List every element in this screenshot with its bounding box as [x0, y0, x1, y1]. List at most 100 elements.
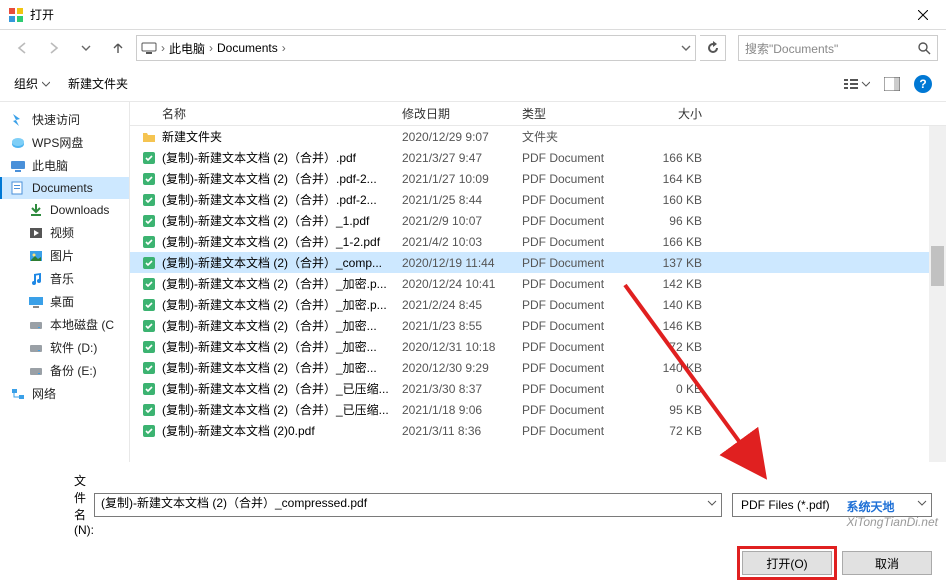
file-date: 2021/3/11 8:36 [402, 424, 522, 438]
file-row[interactable]: (复制)-新建文本文档 (2)（合并）.pdf2021/3/27 9:47PDF… [130, 147, 946, 168]
filter-value: PDF Files (*.pdf) [741, 498, 830, 512]
pdf-icon [140, 422, 158, 440]
file-row[interactable]: (复制)-新建文本文档 (2)（合并）_加密.p...2020/12/24 10… [130, 273, 946, 294]
nav-sidebar: 快速访问 WPS网盘此电脑 DocumentsDownloads视频图片音乐桌面本地… [0, 102, 130, 462]
file-type: PDF Document [522, 151, 632, 165]
address-bar[interactable]: › 此电脑 › Documents › [136, 35, 696, 61]
search-input[interactable]: 搜索"Documents" [738, 35, 938, 61]
filename-input[interactable]: (复制)-新建文本文档 (2)（合并）_compressed.pdf [94, 493, 722, 517]
sidebar-item[interactable]: 视频 [0, 221, 129, 244]
crumb-documents[interactable]: Documents [213, 41, 282, 55]
scrollbar[interactable] [929, 126, 946, 462]
sidebar-item-label: 桌面 [50, 293, 74, 310]
sidebar-item[interactable]: 网络 [0, 382, 129, 405]
file-name: (复制)-新建文本文档 (2)（合并）_加密... [162, 338, 402, 355]
back-button[interactable] [8, 34, 36, 62]
organize-menu[interactable]: 组织 [14, 75, 50, 92]
file-row[interactable]: (复制)-新建文本文档 (2)（合并）.pdf-2...2021/1/25 8:… [130, 189, 946, 210]
pdf-icon [140, 338, 158, 356]
pc-icon [10, 158, 26, 174]
file-type: PDF Document [522, 172, 632, 186]
file-row[interactable]: (复制)-新建文本文档 (2)（合并）_加密...2020/12/31 10:1… [130, 336, 946, 357]
sidebar-item[interactable]: 备份 (E:) [0, 359, 129, 382]
file-row[interactable]: (复制)-新建文本文档 (2)（合并）.pdf-2...2021/1/27 10… [130, 168, 946, 189]
file-row[interactable]: (复制)-新建文本文档 (2)（合并）_加密...2020/12/30 9:29… [130, 357, 946, 378]
close-button[interactable] [900, 0, 946, 30]
chevron-down-icon[interactable] [707, 498, 717, 508]
file-date: 2021/1/25 8:44 [402, 193, 522, 207]
file-size: 140 KB [632, 298, 712, 312]
doc-icon [10, 180, 26, 196]
sidebar-item-label: 音乐 [50, 270, 74, 287]
view-options-button[interactable] [844, 77, 870, 91]
sidebar-item[interactable]: 本地磁盘 (C [0, 313, 129, 336]
file-row[interactable]: (复制)-新建文本文档 (2)（合并）_加密.p...2021/2/24 8:4… [130, 294, 946, 315]
col-date[interactable]: 修改日期 [402, 105, 522, 122]
file-row[interactable]: (复制)-新建文本文档 (2)（合并）_加密...2021/1/23 8:55P… [130, 315, 946, 336]
col-type[interactable]: 类型 [522, 105, 632, 122]
sidebar-item[interactable]: 桌面 [0, 290, 129, 313]
file-name: (复制)-新建文本文档 (2)（合并）_1.pdf [162, 212, 402, 229]
help-button[interactable]: ? [914, 75, 932, 93]
preview-pane-button[interactable] [884, 77, 900, 91]
file-row[interactable]: (复制)-新建文本文档 (2)（合并）_已压缩...2021/1/18 9:06… [130, 399, 946, 420]
file-size: 146 KB [632, 319, 712, 333]
sidebar-item-label: 本地磁盘 (C [50, 316, 114, 333]
file-name: (复制)-新建文本文档 (2)（合并）_comp... [162, 254, 402, 271]
file-name: (复制)-新建文本文档 (2)（合并）_加密... [162, 317, 402, 334]
chevron-down-icon[interactable] [917, 498, 927, 508]
sidebar-item-label: WPS网盘 [32, 134, 83, 151]
file-size: 160 KB [632, 193, 712, 207]
file-type: PDF Document [522, 382, 632, 396]
file-date: 2021/1/27 10:09 [402, 172, 522, 186]
sidebar-item-label: 图片 [50, 247, 74, 264]
pdf-icon [140, 359, 158, 377]
cancel-button[interactable]: 取消 [842, 551, 932, 575]
file-name: (复制)-新建文本文档 (2)0.pdf [162, 422, 402, 439]
sidebar-item[interactable]: Documents [0, 177, 129, 199]
pdf-icon [140, 401, 158, 419]
music-icon [28, 271, 44, 287]
file-type-filter[interactable]: PDF Files (*.pdf) [732, 493, 932, 517]
file-date: 2020/12/24 10:41 [402, 277, 522, 291]
pdf-icon [140, 191, 158, 209]
file-row[interactable]: 新建文件夹2020/12/29 9:07文件夹 [130, 126, 946, 147]
sidebar-item[interactable]: 音乐 [0, 267, 129, 290]
sidebar-item[interactable]: 软件 (D:) [0, 336, 129, 359]
pdf-icon [140, 275, 158, 293]
file-name: (复制)-新建文本文档 (2)（合并）_加密.p... [162, 296, 402, 313]
sidebar-item[interactable]: 快速访问 [0, 108, 129, 131]
file-row[interactable]: (复制)-新建文本文档 (2)（合并）_comp...2020/12/19 11… [130, 252, 946, 273]
crumb-pc[interactable]: 此电脑 [165, 40, 209, 57]
file-date: 2021/2/9 10:07 [402, 214, 522, 228]
address-dropdown[interactable] [286, 43, 691, 53]
sidebar-item[interactable]: 此电脑 [0, 154, 129, 177]
up-button[interactable] [104, 34, 132, 62]
dl-icon [28, 202, 44, 218]
sidebar-item[interactable]: 图片 [0, 244, 129, 267]
file-row[interactable]: (复制)-新建文本文档 (2)（合并）_1-2.pdf2021/4/2 10:0… [130, 231, 946, 252]
file-size: 95 KB [632, 403, 712, 417]
open-button[interactable]: 打开(O) [742, 551, 832, 575]
sidebar-item-label: 软件 (D:) [50, 339, 97, 356]
sidebar-item-label: 此电脑 [32, 157, 68, 174]
pdf-icon [140, 317, 158, 335]
sidebar-item[interactable]: Downloads [0, 199, 129, 221]
file-row[interactable]: (复制)-新建文本文档 (2)0.pdf2021/3/11 8:36PDF Do… [130, 420, 946, 441]
pdf-icon [140, 233, 158, 251]
file-row[interactable]: (复制)-新建文本文档 (2)（合并）_已压缩...2021/3/30 8:37… [130, 378, 946, 399]
file-size: 72 KB [632, 340, 712, 354]
scroll-thumb[interactable] [931, 246, 944, 286]
file-row[interactable]: (复制)-新建文本文档 (2)（合并）_1.pdf2021/2/9 10:07P… [130, 210, 946, 231]
col-size[interactable]: 大小 [632, 105, 712, 122]
forward-button[interactable] [40, 34, 68, 62]
file-type: PDF Document [522, 214, 632, 228]
col-name[interactable]: 名称 [162, 105, 402, 122]
sidebar-item[interactable]: WPS网盘 [0, 131, 129, 154]
recent-dropdown[interactable] [72, 34, 100, 62]
search-placeholder: 搜索"Documents" [745, 40, 917, 57]
file-name: (复制)-新建文本文档 (2)（合并）_已压缩... [162, 401, 402, 418]
disk-icon [28, 317, 44, 333]
new-folder-button[interactable]: 新建文件夹 [68, 75, 128, 92]
refresh-button[interactable] [700, 35, 726, 61]
